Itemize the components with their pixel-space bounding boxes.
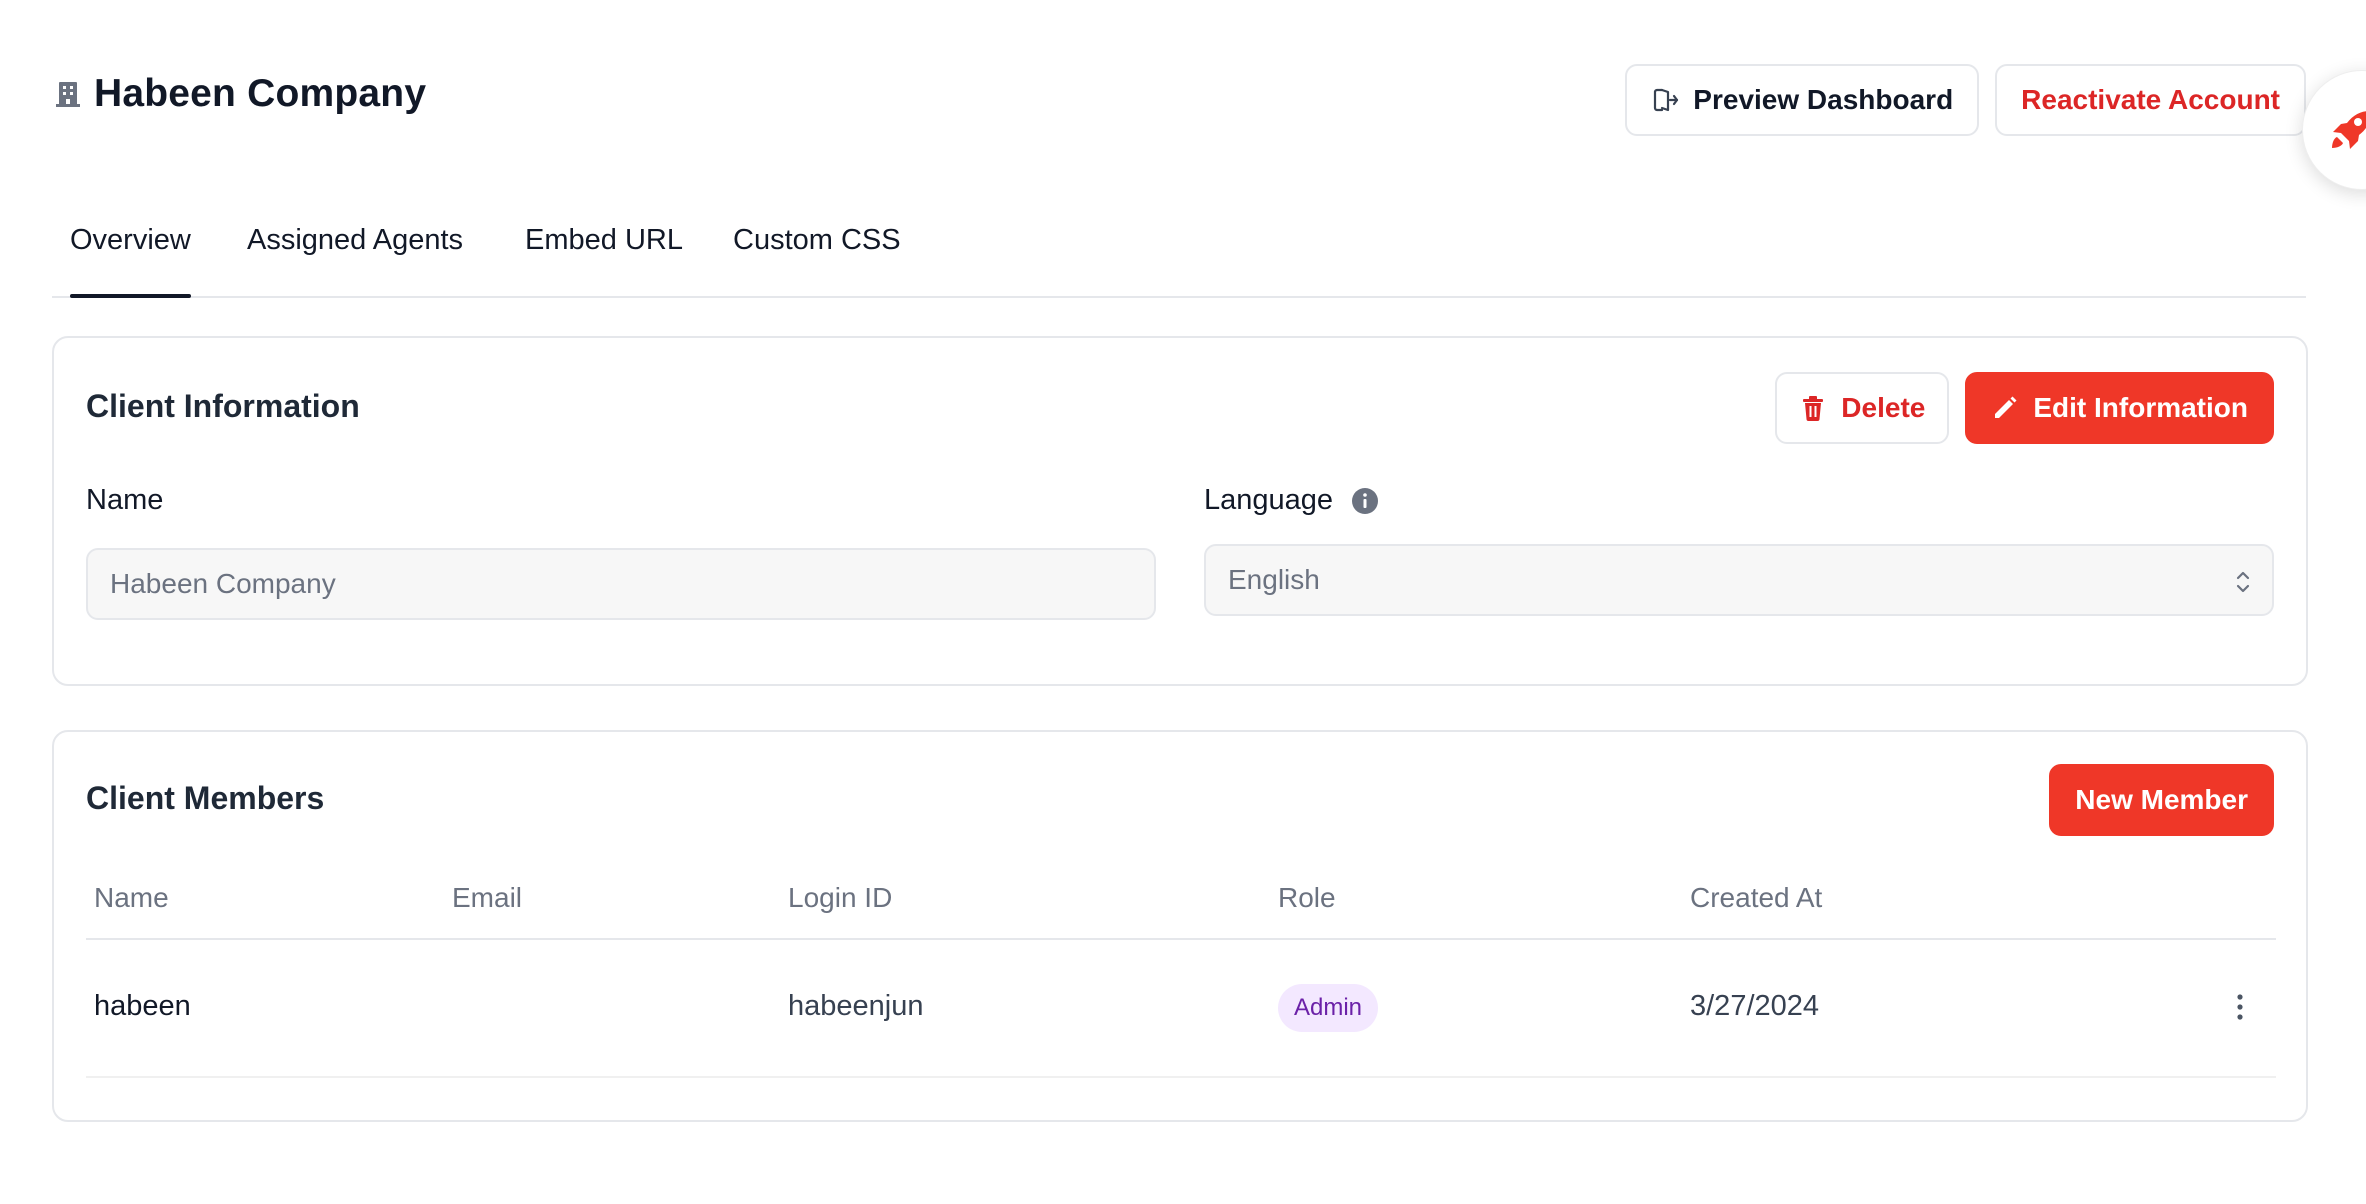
rocket-icon: [2332, 111, 2366, 149]
reactivate-account-label: Reactivate Account: [2021, 84, 2280, 115]
language-label-text: Language: [1204, 484, 1334, 516]
delete-button[interactable]: Delete: [1775, 372, 1950, 444]
tab-bar: Overview Assigned Agents Embed URL Custo…: [52, 210, 2306, 298]
language-label: Language: [1204, 484, 1379, 517]
member-created-at: 3/27/2024: [1690, 990, 1820, 1022]
pencil-icon: [1995, 396, 2017, 418]
column-header-role: Role: [1278, 882, 1336, 913]
building-icon: [56, 82, 80, 107]
column-header-created-at: Created At: [1690, 882, 1823, 913]
reactivate-account-button[interactable]: Reactivate Account: [1995, 64, 2306, 136]
exit-icon: [1654, 88, 1679, 112]
tab-assigned-agents[interactable]: Assigned Agents: [247, 224, 463, 298]
client-members-card: Client Members New Member Name Email Log…: [52, 730, 2308, 1122]
info-icon[interactable]: [1351, 487, 1379, 515]
column-header-name: Name: [94, 882, 169, 913]
member-login-id: habeenjun: [788, 990, 924, 1022]
trash-icon: [1803, 396, 1824, 421]
name-label: Name: [86, 484, 163, 517]
chevron-up-down-icon: [2236, 571, 2250, 593]
members-table: Name Email Login ID Role Created At habe…: [86, 860, 2276, 1078]
new-member-label: New Member: [2075, 784, 2248, 815]
title-group: Habeen Company: [56, 72, 426, 116]
language-select-value: English: [1228, 564, 1320, 595]
tab-overview[interactable]: Overview: [70, 224, 191, 298]
floating-launcher[interactable]: [2302, 70, 2366, 190]
client-information-title: Client Information: [86, 388, 360, 424]
header-actions: Preview Dashboard Reactivate Account: [1625, 64, 2306, 136]
role-badge: Admin: [1278, 984, 1379, 1032]
edit-information-button[interactable]: Edit Information: [1965, 372, 2274, 444]
language-select[interactable]: English: [1204, 544, 2274, 616]
table-header: Name Email Login ID Role Created At: [86, 860, 2276, 940]
tab-custom-css[interactable]: Custom CSS: [733, 224, 901, 298]
name-input[interactable]: Habeen Company: [86, 548, 1156, 620]
page-title: Habeen Company: [94, 72, 427, 115]
client-information-card: Client Information Delete Edit Informati…: [52, 336, 2308, 686]
edit-information-label: Edit Information: [2033, 392, 2248, 423]
preview-dashboard-button[interactable]: Preview Dashboard: [1625, 64, 1980, 136]
client-information-actions: Delete Edit Information: [1775, 372, 2274, 444]
member-name: habeen: [94, 990, 191, 1022]
client-detail-page: Habeen Company Preview Dashboard Reactiv…: [0, 0, 2366, 1204]
column-header-email: Email: [452, 882, 523, 913]
tab-embed-url[interactable]: Embed URL: [525, 224, 683, 298]
table-row[interactable]: habeen habeenjun Admin 3/27/2024: [86, 940, 2276, 1078]
column-header-login-id: Login ID: [788, 882, 893, 913]
more-options-icon[interactable]: [2234, 992, 2246, 1022]
client-members-title: Client Members: [86, 780, 325, 816]
new-member-button[interactable]: New Member: [2049, 764, 2274, 836]
name-label-text: Name: [86, 484, 164, 516]
preview-dashboard-label: Preview Dashboard: [1693, 84, 1954, 115]
delete-label: Delete: [1841, 392, 1926, 423]
page-header: Habeen Company Preview Dashboard Reactiv…: [52, 62, 2306, 136]
